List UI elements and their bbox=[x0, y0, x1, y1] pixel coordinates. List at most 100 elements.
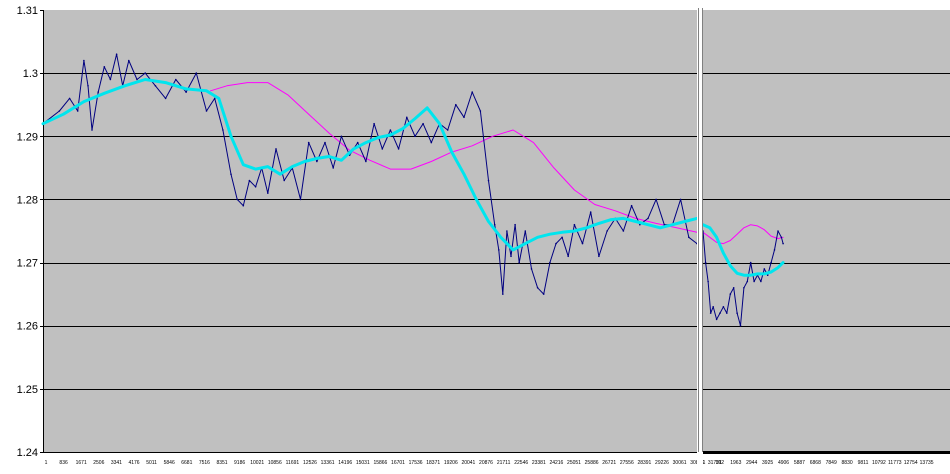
price-point bbox=[381, 148, 384, 150]
price-point bbox=[414, 135, 416, 138]
price-point bbox=[164, 97, 167, 100]
price-point bbox=[340, 135, 343, 138]
x-tick-label: 836 bbox=[59, 460, 68, 466]
price-point bbox=[446, 129, 449, 131]
price-point bbox=[712, 306, 714, 308]
price-point bbox=[722, 306, 725, 308]
x-tick-label: 23381 bbox=[532, 460, 546, 466]
price-point bbox=[205, 110, 208, 112]
price-point bbox=[406, 116, 408, 119]
price-point bbox=[222, 129, 224, 131]
price-point bbox=[463, 116, 465, 119]
price-point bbox=[97, 91, 99, 93]
price-point bbox=[254, 186, 257, 188]
price-point bbox=[299, 198, 302, 201]
price-point bbox=[729, 293, 732, 295]
x-tick-label: 8351 bbox=[216, 460, 227, 466]
price-point bbox=[542, 293, 545, 295]
x-tick-label: 22546 bbox=[514, 460, 528, 466]
x-tick-label: 29226 bbox=[655, 460, 669, 466]
x-tick-label: 15866 bbox=[373, 460, 387, 466]
price-chart-panel-continuation: 1 992 1963 2944 3925 4906 5887 6868 7849 8830 9811… bbox=[701, 10, 950, 466]
price-chart-panel: 1.24 1.25 1.26 1.27 1.28 1.29 1.3 1.31 1 836 1671 2… bbox=[17, 5, 722, 466]
price-point bbox=[622, 230, 625, 232]
price-point bbox=[185, 91, 187, 93]
price-point bbox=[732, 287, 735, 289]
price-point bbox=[87, 85, 89, 87]
price-point bbox=[655, 198, 657, 201]
x-tick-label: 6868 bbox=[810, 460, 821, 466]
price-point bbox=[248, 179, 251, 182]
x-tick-label: 12754 bbox=[904, 460, 918, 466]
y-tick-label: 1.27 bbox=[17, 258, 38, 270]
x-tick-label: 4906 bbox=[778, 460, 789, 466]
x-tick-label: 992 bbox=[716, 460, 725, 466]
price-point bbox=[581, 242, 584, 245]
x-tick-label: 30061 bbox=[673, 460, 687, 466]
price-point bbox=[115, 53, 118, 55]
x-tick-label: 12526 bbox=[303, 460, 317, 466]
price-point bbox=[598, 255, 600, 258]
price-point bbox=[561, 236, 563, 239]
x-tick-label: 17536 bbox=[409, 460, 423, 466]
x-tick-label: 28391 bbox=[637, 460, 651, 466]
price-point bbox=[275, 148, 277, 150]
x-tick-label: 16701 bbox=[391, 460, 405, 466]
price-point bbox=[422, 122, 424, 125]
price-point bbox=[365, 160, 367, 163]
y-tick-label: 1.3 bbox=[23, 68, 38, 80]
price-point bbox=[777, 230, 779, 232]
x-tick-label: 6681 bbox=[181, 460, 192, 466]
price-point bbox=[332, 167, 335, 169]
price-point bbox=[430, 141, 433, 144]
price-point bbox=[555, 242, 557, 245]
price-point bbox=[719, 312, 721, 314]
x-tick-label: 1 bbox=[703, 460, 706, 466]
price-point bbox=[530, 268, 533, 270]
price-point bbox=[356, 141, 359, 144]
x-tick-label: 5846 bbox=[164, 460, 175, 466]
x-tick-label: 10856 bbox=[268, 460, 282, 466]
price-point bbox=[316, 160, 318, 163]
price-point bbox=[103, 66, 106, 68]
y-tick-label: 1.29 bbox=[17, 131, 38, 143]
price-point bbox=[549, 261, 551, 264]
price-point bbox=[739, 324, 742, 327]
price-point bbox=[780, 236, 783, 239]
x-tick-label: 1671 bbox=[76, 460, 87, 466]
price-point bbox=[487, 179, 490, 182]
price-point bbox=[630, 204, 633, 207]
price-point bbox=[136, 78, 138, 81]
price-point bbox=[753, 280, 755, 283]
price-point bbox=[502, 293, 504, 295]
price-point bbox=[524, 230, 527, 232]
y-tick-label: 1.24 bbox=[17, 447, 38, 459]
price-point bbox=[749, 261, 752, 264]
x-tick-label: 10792 bbox=[872, 460, 886, 466]
x-tick-label: 10021 bbox=[250, 460, 264, 466]
price-point bbox=[518, 261, 520, 264]
price-point bbox=[397, 148, 400, 150]
x-tick-label: 3925 bbox=[762, 460, 773, 466]
price-point bbox=[267, 192, 269, 194]
x-tick-label: 13735 bbox=[920, 460, 934, 466]
price-point bbox=[128, 59, 130, 62]
x-tick-label: 3341 bbox=[111, 460, 122, 466]
x-tick-label: 11773 bbox=[888, 460, 902, 466]
price-point bbox=[726, 312, 728, 314]
x-tick-label: 11691 bbox=[286, 460, 300, 466]
price-point bbox=[175, 78, 177, 81]
x-tick-label: 25051 bbox=[567, 460, 581, 466]
price-point bbox=[144, 72, 146, 74]
price-point bbox=[573, 223, 576, 226]
price-point bbox=[589, 211, 592, 213]
x-tick-label: 15031 bbox=[356, 460, 370, 466]
x-tick-label: 24216 bbox=[549, 460, 563, 466]
price-point bbox=[236, 198, 238, 201]
price-point bbox=[688, 236, 690, 239]
x-tick-label: 8830 bbox=[842, 460, 853, 466]
x-tick-label: 25886 bbox=[585, 460, 599, 466]
x-tick-label: 9811 bbox=[858, 460, 869, 466]
x-tick-label: 21711 bbox=[497, 460, 511, 466]
price-point bbox=[782, 242, 784, 245]
